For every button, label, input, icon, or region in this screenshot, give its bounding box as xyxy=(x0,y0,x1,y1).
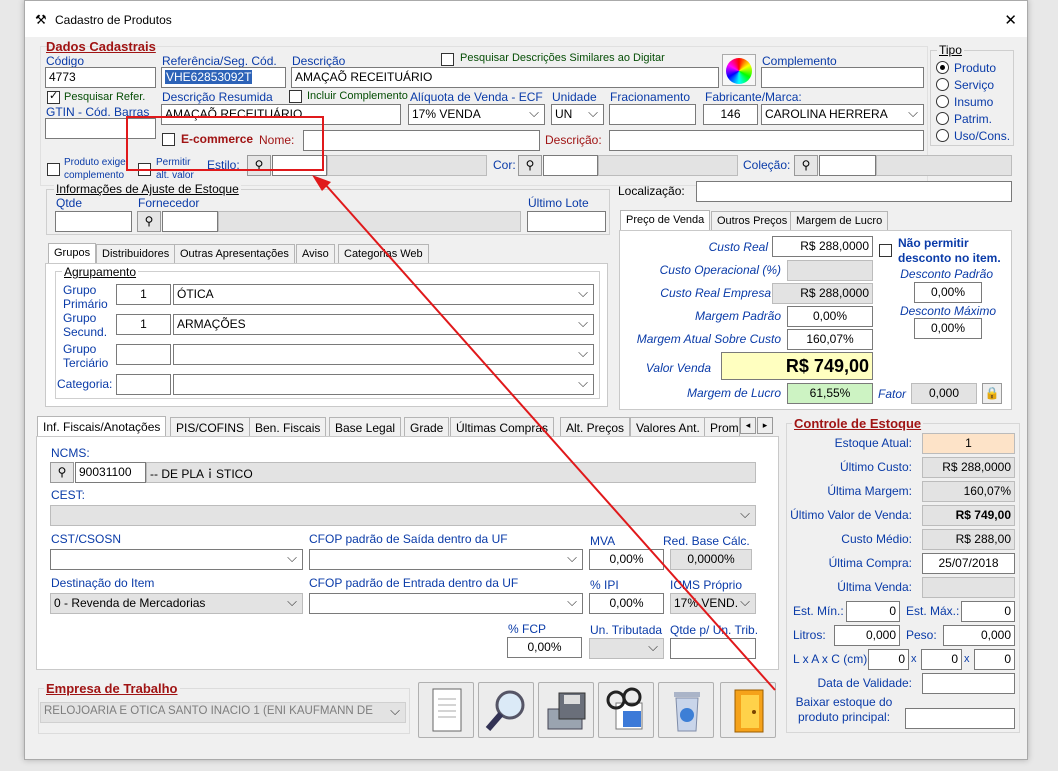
annotation-arrow xyxy=(312,175,776,691)
